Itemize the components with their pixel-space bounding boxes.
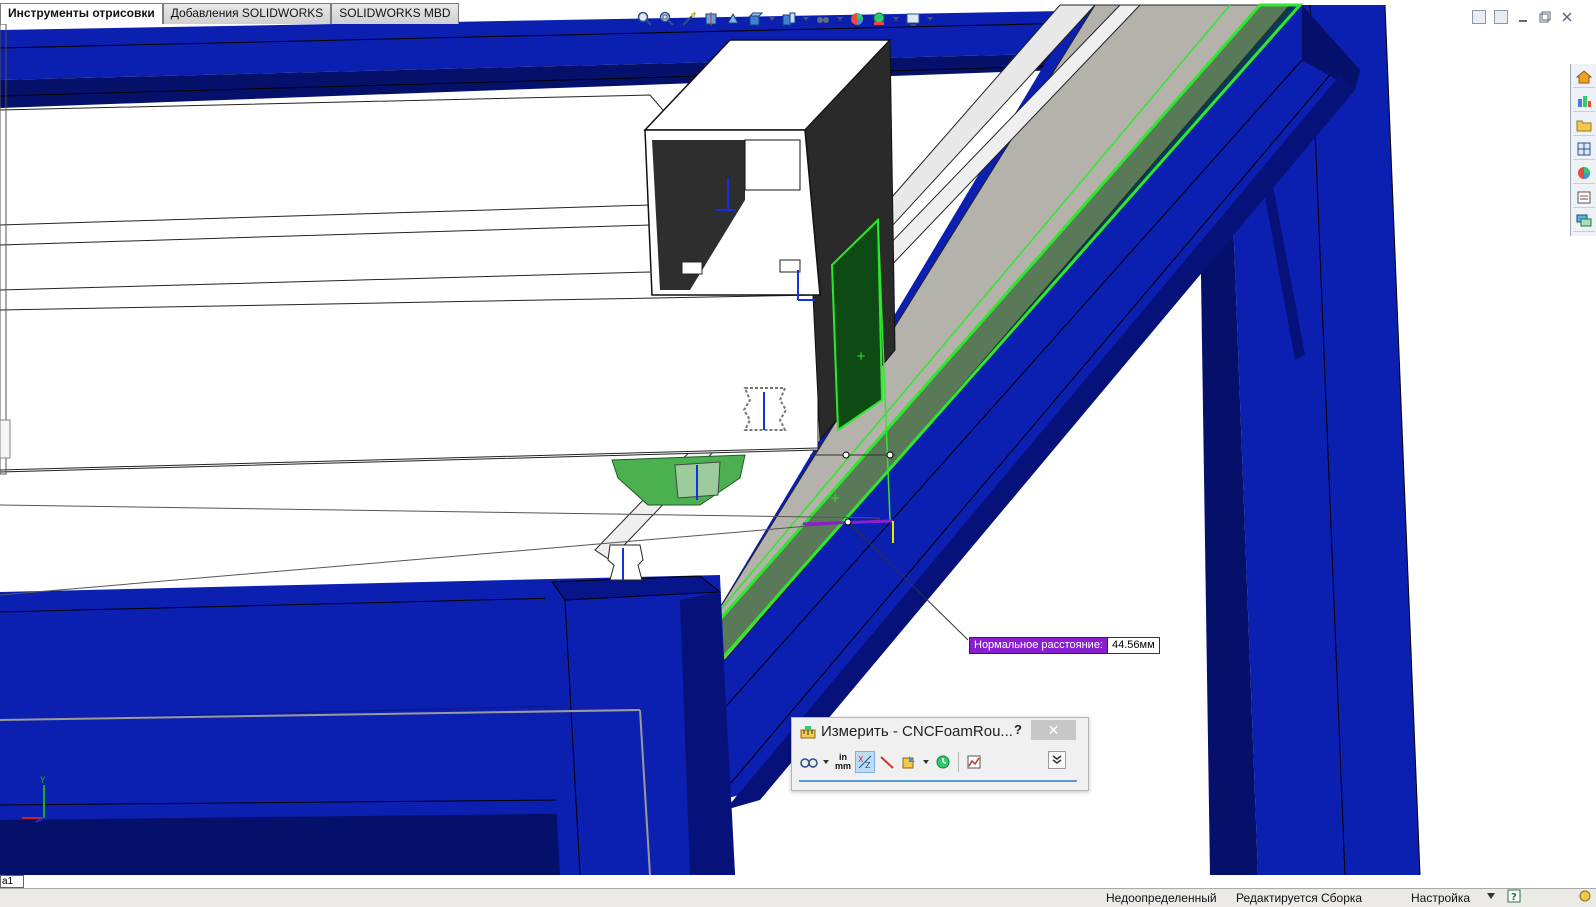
- minimize-icon[interactable]: [1516, 10, 1530, 24]
- callout-label: Нормальное расстояние:: [969, 637, 1108, 654]
- point-to-point-icon[interactable]: [877, 751, 897, 773]
- rebuild-icon[interactable]: [1578, 889, 1592, 906]
- custom-properties-icon[interactable]: [1573, 186, 1595, 208]
- measurement-history-icon[interactable]: [933, 751, 953, 773]
- chevron-down-icon[interactable]: [802, 10, 810, 28]
- design-library-icon[interactable]: [1573, 90, 1595, 112]
- file-explorer-icon[interactable]: [1573, 114, 1595, 136]
- rail-profile: [607, 544, 644, 581]
- callout-value: 44.56мм: [1108, 637, 1160, 654]
- sheet-tab[interactable]: а1: [0, 875, 24, 888]
- chevron-down-icon[interactable]: [836, 10, 844, 28]
- chevron-down-icon[interactable]: [768, 10, 776, 28]
- zoom-to-fit-icon[interactable]: [636, 10, 654, 28]
- normal-distance-callout: Нормальное расстояние: 44.56мм: [969, 637, 1160, 654]
- close-button[interactable]: ✕: [1031, 720, 1076, 740]
- status-settings[interactable]: Настройка: [1411, 891, 1470, 905]
- svg-text:Z: Z: [865, 761, 871, 770]
- forum-icon[interactable]: [1573, 210, 1595, 232]
- tab-solidworks-mbd[interactable]: SOLIDWORKS MBD: [331, 3, 459, 24]
- close-icon[interactable]: [1560, 10, 1574, 24]
- view-settings-icon[interactable]: [904, 10, 922, 28]
- chevron-down-icon[interactable]: [926, 10, 934, 28]
- display-style-icon[interactable]: [780, 10, 798, 28]
- tab-solidworks-addins[interactable]: Добавления SOLIDWORKS: [162, 3, 332, 24]
- restore-icon[interactable]: [1538, 10, 1552, 24]
- toolbar-separator: [958, 752, 959, 772]
- units-precision-button[interactable]: in mm: [833, 751, 853, 773]
- measure-dialog-titlebar[interactable]: Измерить - CNCFoamRou... ? ✕: [792, 718, 1088, 745]
- tab-sketch-tools[interactable]: Инструменты отрисовки: [0, 3, 163, 24]
- task-pane: [1570, 64, 1596, 236]
- tile-vertical-icon[interactable]: [1494, 10, 1508, 24]
- measure-dialog-title: Измерить - CNCFoamRou...: [821, 723, 1013, 740]
- status-definition: Недоопределенный: [1106, 891, 1217, 905]
- apply-scene-icon[interactable]: [870, 10, 888, 28]
- chevron-down-icon[interactable]: [892, 10, 900, 28]
- help-icon[interactable]: ?: [1507, 889, 1521, 906]
- document-window-controls: [1472, 10, 1574, 24]
- zoom-to-area-icon[interactable]: [658, 10, 676, 28]
- arc-circle-measurements-icon[interactable]: [799, 751, 819, 773]
- previous-view-icon[interactable]: [680, 10, 698, 28]
- projected-on-icon[interactable]: [899, 751, 919, 773]
- chevron-down-icon[interactable]: [821, 751, 831, 773]
- svg-text:+: +: [830, 491, 840, 505]
- toolbar-underline: [799, 780, 1077, 782]
- dynamic-annotation-icon[interactable]: [724, 10, 742, 28]
- tile-horizontal-icon[interactable]: [1472, 10, 1486, 24]
- home-icon[interactable]: [1573, 66, 1595, 88]
- help-button[interactable]: ?: [1014, 722, 1022, 737]
- expand-dialog-icon[interactable]: [1048, 751, 1066, 769]
- chevron-down-icon[interactable]: [921, 751, 931, 773]
- status-mode: Редактируется Сборка: [1236, 891, 1363, 905]
- create-sensor-icon[interactable]: [964, 751, 984, 773]
- units-mm-label: mm: [834, 761, 851, 771]
- view-orientation-icon[interactable]: [746, 10, 764, 28]
- edit-appearance-icon[interactable]: [848, 10, 866, 28]
- measure-toolbar: in mm XZ: [799, 749, 1077, 775]
- heads-up-view-toolbar: [636, 8, 934, 30]
- svg-text:X: X: [858, 755, 864, 764]
- svg-text:+: +: [856, 349, 866, 363]
- show-xyz-measurements-icon[interactable]: XZ: [855, 751, 875, 773]
- measure-tool-icon: [800, 726, 816, 740]
- svg-text:Y: Y: [39, 776, 46, 786]
- view-palette-icon[interactable]: [1573, 138, 1595, 160]
- hide-show-items-icon[interactable]: [814, 10, 832, 28]
- appearances-icon[interactable]: [1573, 162, 1595, 184]
- measure-dialog: Измерить - CNCFoamRou... ? ✕ in mm XZ: [791, 717, 1089, 791]
- section-view-icon[interactable]: [702, 10, 720, 28]
- dropdown-arrow-icon[interactable]: [1486, 890, 1496, 905]
- status-bar: Недоопределенный Редактируется Сборка На…: [0, 888, 1596, 907]
- command-manager-tabs: Инструменты отрисовки Добавления SOLIDWO…: [0, 3, 459, 24]
- svg-text:?: ?: [1511, 892, 1517, 903]
